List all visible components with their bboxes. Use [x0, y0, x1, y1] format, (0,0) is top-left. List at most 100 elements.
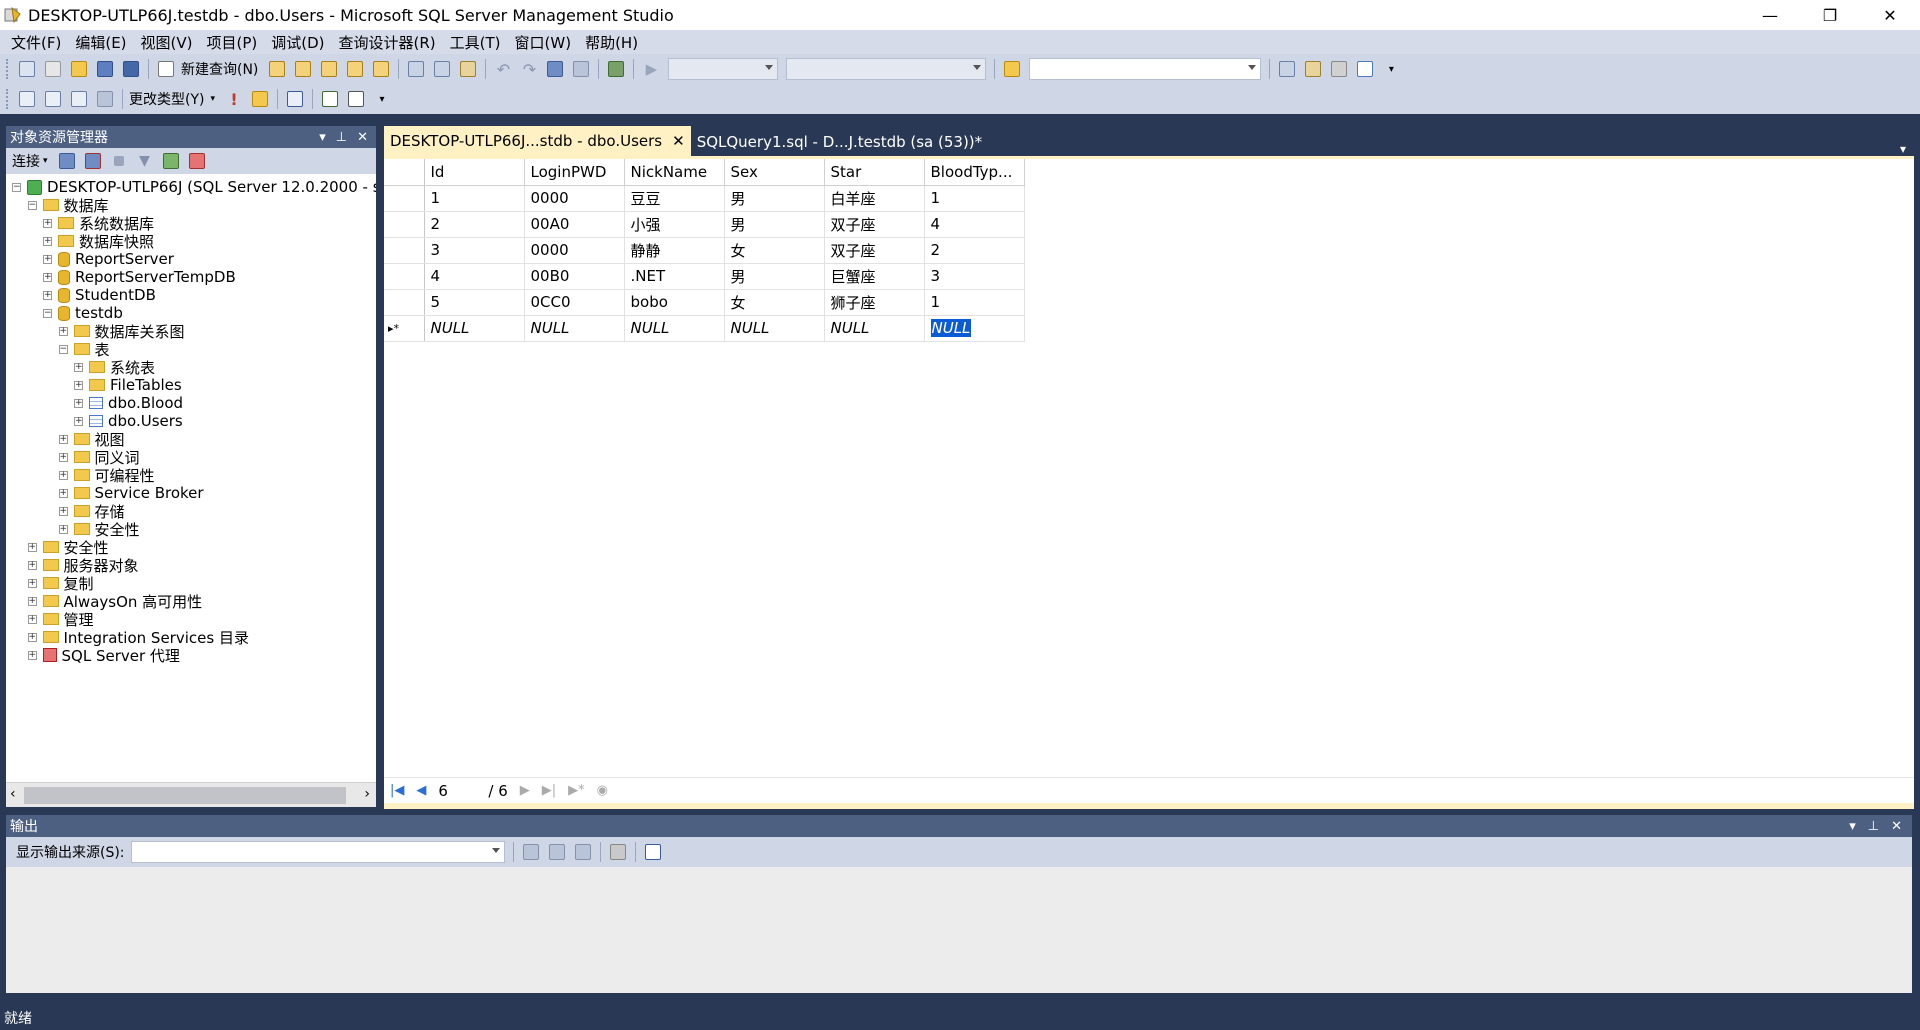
- expand-toggle-icon[interactable]: +: [43, 218, 52, 228]
- grid-cell[interactable]: 0000: [524, 237, 625, 264]
- expand-toggle-icon[interactable]: +: [43, 272, 52, 282]
- grid-cell[interactable]: 豆豆: [624, 185, 725, 212]
- navigate-forward-icon[interactable]: [569, 58, 593, 80]
- toolbar-grip[interactable]: [6, 59, 10, 79]
- object-explorer-icon[interactable]: [1301, 58, 1325, 80]
- current-record-input[interactable]: 6: [438, 782, 488, 800]
- table-row[interactable]: 4 00B0 .NET 男巨蟹座 3: [384, 263, 1025, 290]
- new-query-button[interactable]: 新建查询(N): [181, 59, 258, 79]
- grid-cell[interactable]: 3: [924, 263, 1025, 290]
- start-debug-icon[interactable]: ▶: [639, 58, 663, 80]
- menu-help[interactable]: 帮助(H): [578, 32, 645, 53]
- grid-cell[interactable]: 5: [424, 289, 525, 316]
- expand-toggle-icon[interactable]: +: [58, 506, 68, 516]
- row-selector[interactable]: [384, 263, 425, 290]
- grid-cell[interactable]: 白羊座: [824, 185, 925, 212]
- menu-view[interactable]: 视图(V): [134, 32, 200, 53]
- scrollbar-thumb[interactable]: [24, 787, 346, 804]
- mdx-query-icon[interactable]: [317, 58, 341, 80]
- output-text-area[interactable]: [6, 867, 1912, 993]
- activity-monitor-icon[interactable]: [185, 150, 209, 172]
- add-table-icon[interactable]: [318, 88, 342, 110]
- null-cell[interactable]: NULL: [524, 315, 625, 342]
- expand-toggle-icon[interactable]: +: [43, 290, 52, 300]
- go-to-previous-message-icon[interactable]: [545, 841, 569, 863]
- column-header-nickname[interactable]: NickName: [624, 159, 725, 186]
- expand-toggle-icon[interactable]: +: [43, 236, 52, 246]
- xmla-query-icon[interactable]: [369, 58, 393, 80]
- column-header-loginpwd[interactable]: LoginPWD: [524, 159, 625, 186]
- expand-toggle-icon[interactable]: +: [74, 362, 83, 372]
- panel-menu-icon[interactable]: ▾: [319, 130, 326, 145]
- dmx-query-icon[interactable]: [343, 58, 367, 80]
- expand-toggle-icon[interactable]: +: [27, 578, 37, 588]
- connect-chevron-icon[interactable]: ▾: [43, 156, 48, 166]
- minimize-button[interactable]: —: [1740, 0, 1800, 30]
- execute-sql-icon[interactable]: !: [222, 88, 246, 110]
- close-tab-icon[interactable]: ✕: [672, 132, 685, 150]
- row-header-corner[interactable]: [384, 159, 425, 186]
- grid-cell[interactable]: 男: [724, 263, 825, 290]
- grid-cell[interactable]: 狮子座: [824, 289, 925, 316]
- scroll-left-icon[interactable]: ‹: [10, 786, 16, 802]
- new-row[interactable]: ▸* NULL NULL NULL NULL NULL NULL: [384, 315, 1025, 342]
- grid-cell[interactable]: 男: [724, 211, 825, 238]
- grid-cell[interactable]: 巨蟹座: [824, 263, 925, 290]
- verify-sql-icon[interactable]: [248, 88, 272, 110]
- grid-cell[interactable]: 4: [924, 211, 1025, 238]
- table-row[interactable]: 1 0000 豆豆男白羊座 1: [384, 185, 1025, 212]
- find-in-files-icon[interactable]: [1000, 58, 1024, 80]
- refresh-icon[interactable]: [159, 150, 183, 172]
- grid-cell[interactable]: 女: [724, 289, 825, 316]
- connect-object-explorer-icon[interactable]: [55, 150, 79, 172]
- grid-cell[interactable]: 2: [424, 211, 525, 238]
- grid-cell[interactable]: 男: [724, 185, 825, 212]
- clear-all-icon[interactable]: [606, 841, 630, 863]
- copy-icon[interactable]: [430, 58, 454, 80]
- scroll-right-icon[interactable]: ›: [364, 786, 370, 802]
- null-cell[interactable]: NULL: [824, 315, 925, 342]
- go-to-next-message-icon[interactable]: [571, 841, 595, 863]
- expand-toggle-icon[interactable]: +: [74, 398, 83, 408]
- menu-window[interactable]: 窗口(W): [508, 32, 579, 53]
- column-header-id[interactable]: Id: [424, 159, 525, 186]
- object-explorer-tree[interactable]: − DESKTOP-UTLP66J (SQL Server 12.0.2000 -…: [6, 174, 376, 782]
- filter-icon[interactable]: ▼: [133, 150, 157, 172]
- grid-cell[interactable]: 1: [424, 185, 525, 212]
- expand-toggle-icon[interactable]: +: [74, 380, 83, 390]
- table-row[interactable]: 5 0CC0 bobo 女狮子座 1: [384, 289, 1025, 316]
- grid-cell[interactable]: 女: [724, 237, 825, 264]
- save-icon[interactable]: [93, 58, 117, 80]
- expand-toggle-icon[interactable]: +: [27, 632, 37, 642]
- expand-toggle-icon[interactable]: +: [58, 488, 68, 498]
- expand-toggle-icon[interactable]: +: [58, 470, 68, 480]
- tree-node[interactable]: + SQL Server 代理: [27, 644, 180, 666]
- pin-icon[interactable]: ⊥: [1868, 819, 1879, 834]
- expand-toggle-icon[interactable]: +: [58, 434, 68, 444]
- solution-platform-combo[interactable]: [786, 58, 987, 80]
- expand-toggle-icon[interactable]: +: [27, 596, 37, 606]
- show-criteria-pane-icon[interactable]: [41, 88, 65, 110]
- grid-cell[interactable]: 1: [924, 185, 1025, 212]
- tab-dbo-users[interactable]: DESKTOP-UTLP66J...stdb - dbo.Users ✕: [384, 126, 691, 156]
- close-panel-icon[interactable]: ✕: [1891, 819, 1902, 834]
- add-derived-table-icon[interactable]: [344, 88, 368, 110]
- expand-toggle-icon[interactable]: +: [43, 254, 52, 264]
- grid-cell[interactable]: 1: [924, 289, 1025, 316]
- output-source-select[interactable]: [130, 841, 505, 863]
- grid-cell[interactable]: 双子座: [824, 211, 925, 238]
- expand-toggle-icon[interactable]: +: [27, 614, 37, 624]
- menu-tools[interactable]: 工具(T): [443, 32, 508, 53]
- add-item-icon[interactable]: [41, 58, 65, 80]
- first-record-icon[interactable]: |◀: [390, 783, 404, 798]
- find-message-icon[interactable]: [519, 841, 543, 863]
- save-all-icon[interactable]: [119, 58, 143, 80]
- grid-cell[interactable]: 静静: [624, 237, 725, 264]
- expand-toggle-icon[interactable]: +: [27, 650, 37, 660]
- grid-cell[interactable]: 4: [424, 263, 525, 290]
- analysis-query-icon[interactable]: [291, 58, 315, 80]
- null-cell[interactable]: NULL: [624, 315, 725, 342]
- cut-icon[interactable]: [404, 58, 428, 80]
- tree-horizontal-scrollbar[interactable]: ‹ ›: [6, 782, 376, 807]
- grid-cell[interactable]: 小强: [624, 211, 725, 238]
